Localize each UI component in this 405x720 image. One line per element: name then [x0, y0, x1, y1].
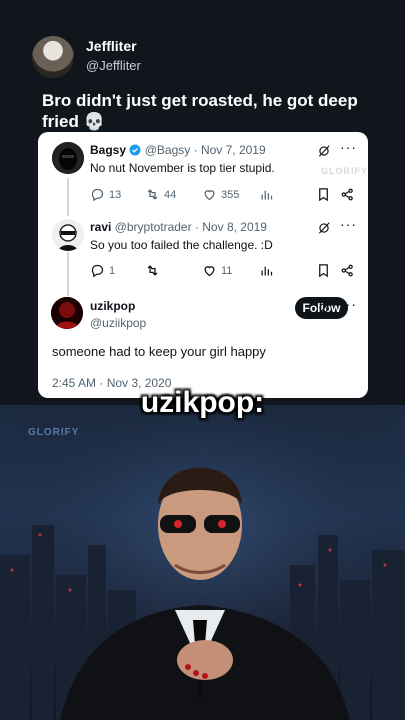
- grok-icon[interactable]: [317, 221, 331, 235]
- more-icon[interactable]: ···: [340, 139, 357, 155]
- share-icon: [341, 264, 353, 277]
- tweet-1-date[interactable]: · Nov 7, 2019: [194, 143, 266, 157]
- like-count: 355: [221, 188, 240, 201]
- views-button[interactable]: [259, 187, 274, 202]
- poster-avatar[interactable]: [32, 36, 74, 78]
- bookmark-icon: [319, 188, 328, 202]
- retweet-button[interactable]: 44: [145, 187, 176, 202]
- bookmark-button[interactable]: [316, 263, 331, 278]
- more-icon[interactable]: ···: [340, 296, 357, 312]
- tweet-2-name[interactable]: ravi: [90, 220, 111, 234]
- tweet-2-actions: 1 11: [90, 263, 356, 281]
- tweet-1-text: No nut November is top tier stupid.: [90, 161, 275, 175]
- tweet-3-name[interactable]: uzikpop: [90, 299, 135, 313]
- watermark-logo: GLORIFY: [28, 427, 80, 438]
- share-button[interactable]: [340, 263, 355, 278]
- bookmark-button[interactable]: [316, 187, 331, 202]
- views-button[interactable]: [259, 263, 274, 278]
- tweet-1-handle[interactable]: @Bagsy: [145, 143, 191, 157]
- overlay-title: uzikpop:: [140, 386, 265, 419]
- retweet-icon: [147, 189, 158, 200]
- poster-name[interactable]: Jeffliter: [86, 38, 137, 54]
- tweet-1-header: Bagsy @Bagsy · Nov 7, 2019: [90, 143, 266, 157]
- video-frame: GLORIFY: [0, 405, 405, 720]
- reply-count: 1: [109, 264, 116, 277]
- reply-button[interactable]: 1: [90, 263, 115, 278]
- grok-icon[interactable]: [317, 144, 331, 158]
- reply-count: 13: [109, 188, 122, 201]
- like-button[interactable]: 11: [202, 263, 232, 278]
- tweet-2-date[interactable]: · Nov 8, 2019: [195, 220, 267, 234]
- grok-icon[interactable]: [317, 301, 331, 315]
- tweet-2-text: So you too failed the challenge. :D: [90, 238, 273, 252]
- like-button[interactable]: 355: [202, 187, 239, 202]
- tweet-1-name[interactable]: Bagsy: [90, 143, 126, 157]
- thread-connector: [67, 252, 69, 296]
- scene-illustration: [0, 405, 405, 720]
- reply-icon: [91, 264, 104, 278]
- tweet-3-handle[interactable]: @uziikpop: [90, 316, 146, 330]
- more-icon[interactable]: ···: [340, 216, 357, 232]
- tweet-thread-card: Bagsy @Bagsy · Nov 7, 2019 ··· No nut No…: [38, 132, 368, 398]
- share-button[interactable]: [340, 187, 355, 202]
- tweet-2-header: ravi @bryptotrader · Nov 8, 2019: [90, 220, 267, 234]
- avatar-ravi[interactable]: [52, 219, 84, 251]
- post-header-area: Jeffliter @Jeffliter Bro didn't just get…: [0, 0, 405, 405]
- like-icon: [204, 190, 215, 201]
- retweet-icon: [147, 265, 158, 276]
- views-icon: [261, 266, 273, 276]
- bookmark-icon: [319, 264, 328, 278]
- retweet-count: 44: [164, 188, 177, 201]
- retweet-button[interactable]: [145, 263, 164, 278]
- like-count: 11: [221, 264, 233, 277]
- tweet-3-text: someone had to keep your girl happy: [52, 344, 266, 359]
- share-icon: [341, 188, 353, 201]
- avatar-uzikpop[interactable]: [51, 297, 83, 329]
- tweet-1-actions: 13 44 355: [90, 187, 356, 205]
- views-icon: [261, 190, 273, 200]
- reply-icon: [91, 188, 104, 202]
- avatar-bagsy[interactable]: [52, 142, 84, 174]
- reply-button[interactable]: 13: [90, 187, 121, 202]
- tweet-2-handle[interactable]: @bryptotrader: [115, 220, 192, 234]
- verified-badge-icon: [129, 144, 141, 156]
- post-caption: Bro didn't just get roasted, he got deep…: [42, 91, 358, 131]
- like-icon: [204, 266, 215, 277]
- poster-handle[interactable]: @Jeffliter: [86, 58, 141, 73]
- thread-connector: [67, 178, 69, 216]
- watermark-logo: GLORIFY: [321, 166, 368, 176]
- tweet-3-name-wrap: uzikpop: [90, 299, 135, 313]
